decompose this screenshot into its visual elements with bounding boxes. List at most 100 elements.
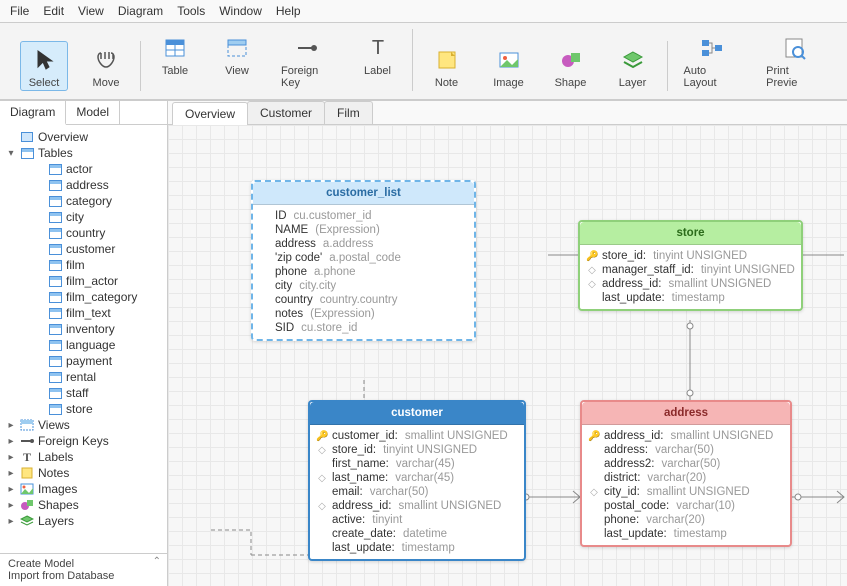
toolbar-label: Note <box>435 77 458 89</box>
entity-customer_list[interactable]: customer_listIDcu.customer_idNAME(Expres… <box>251 180 476 341</box>
tree-notes[interactable]: ▸ Notes <box>4 465 163 481</box>
toolbar-move-button[interactable]: Move <box>82 41 130 91</box>
image-icon <box>20 482 34 496</box>
tree-shapes[interactable]: ▸Shapes <box>4 497 163 513</box>
toolbar-layer-button[interactable]: Layer <box>609 41 657 91</box>
toolbar-label: Table <box>162 65 188 77</box>
tree-category[interactable]: category <box>4 193 163 209</box>
tree-images[interactable]: ▸Images <box>4 481 163 497</box>
menubar: File Edit View Diagram Tools Window Help <box>0 0 847 23</box>
table-icon <box>48 290 62 304</box>
overview-icon <box>20 130 34 144</box>
entity-row: citycity.city <box>259 279 468 293</box>
toolbar-fk-button[interactable]: Foreign Key <box>275 29 340 91</box>
entity-row: countrycountry.country <box>259 293 468 307</box>
toolbar-table-button[interactable]: Table <box>151 29 199 91</box>
toolbar-label: Foreign Key <box>281 65 334 89</box>
tree-tables[interactable]: ▾Tables <box>4 145 163 161</box>
menu-window[interactable]: Window <box>219 4 262 18</box>
label-icon: T <box>365 35 391 61</box>
tree-actor[interactable]: actor <box>4 161 163 177</box>
col-type: a.phone <box>314 266 356 278</box>
entity-store[interactable]: store🔑store_id:tinyint UNSIGNED◇manager_… <box>578 220 803 311</box>
toolbar-label-button[interactable]: TLabel <box>354 29 402 91</box>
dia-icon: ◇ <box>588 487 600 498</box>
toolbar-note-button[interactable]: Note <box>423 41 471 91</box>
col-name: last_update: <box>602 292 665 304</box>
menu-diagram[interactable]: Diagram <box>118 4 163 18</box>
toolbar-auto-button[interactable]: Auto Layout <box>678 29 747 91</box>
tree-foreign-keys[interactable]: ▸Foreign Keys <box>4 433 163 449</box>
col-type: varchar(10) <box>676 500 735 512</box>
tree-city[interactable]: city <box>4 209 163 225</box>
col-name: ID <box>275 210 287 222</box>
tree-label: Foreign Keys <box>38 434 109 448</box>
tree-staff[interactable]: staff <box>4 385 163 401</box>
toolbar-print-button[interactable]: Print Previe <box>760 29 827 91</box>
sidebar-tab-diagram[interactable]: Diagram <box>0 101 66 125</box>
table-icon <box>48 354 62 368</box>
entity-row: 🔑customer_id:smallint UNSIGNED <box>316 429 518 443</box>
tree-label: film <box>66 258 85 272</box>
twisty-icon: ▸ <box>6 452 16 463</box>
toolbar-label: Shape <box>555 77 587 89</box>
tree-country[interactable]: country <box>4 225 163 241</box>
tree-film_category[interactable]: film_category <box>4 289 163 305</box>
twisty-icon: ▸ <box>6 468 16 479</box>
col-type: tinyint UNSIGNED <box>653 250 747 262</box>
tree-label: country <box>66 226 105 240</box>
tree-rental[interactable]: rental <box>4 369 163 385</box>
image-icon <box>496 47 522 73</box>
tree-film_text[interactable]: film_text <box>4 305 163 321</box>
entity-address[interactable]: address🔑address_id:smallint UNSIGNEDaddr… <box>580 400 792 547</box>
tree-label: Layers <box>38 514 74 528</box>
toolbar-select-button[interactable]: Select <box>20 41 68 91</box>
canvas-tab-customer[interactable]: Customer <box>247 101 325 124</box>
menu-tools[interactable]: Tools <box>177 4 205 18</box>
col-name: store_id: <box>332 444 376 456</box>
canvas-tab-film[interactable]: Film <box>324 101 373 124</box>
tree-layers[interactable]: ▸Layers <box>4 513 163 529</box>
toolbar-image-button[interactable]: Image <box>485 41 533 91</box>
tree-overview[interactable]: Overview <box>4 129 163 145</box>
tree-inventory[interactable]: inventory <box>4 321 163 337</box>
tree-language[interactable]: language <box>4 337 163 353</box>
tree-customer[interactable]: customer <box>4 241 163 257</box>
toolbar-view-button[interactable]: View <box>213 29 261 91</box>
menu-edit[interactable]: Edit <box>43 4 64 18</box>
table-icon <box>48 402 62 416</box>
entity-customer[interactable]: customer🔑customer_id:smallint UNSIGNED◇s… <box>308 400 526 561</box>
tree-label: Notes <box>38 466 69 480</box>
col-type: tinyint UNSIGNED <box>701 264 795 276</box>
tree-views[interactable]: ▸Views <box>4 417 163 433</box>
tree-label: film_text <box>66 306 111 320</box>
create-model-link[interactable]: Create Model <box>8 558 159 570</box>
twisty-icon: ▸ <box>6 500 16 511</box>
entity-title: customer_list <box>253 182 474 205</box>
sidebar-tab-model[interactable]: Model <box>66 101 120 124</box>
tree-address[interactable]: address <box>4 177 163 193</box>
menu-view[interactable]: View <box>78 4 104 18</box>
import-db-link[interactable]: Import from Database <box>8 570 159 582</box>
tree-payment[interactable]: payment <box>4 353 163 369</box>
shape-icon <box>558 47 584 73</box>
col-name: last_name: <box>332 472 388 484</box>
toolbar-shape-button[interactable]: Shape <box>547 41 595 91</box>
chevron-up-icon[interactable]: ⌃ <box>153 556 161 567</box>
sidebar-tabs: DiagramModel <box>0 101 167 125</box>
tree-labels[interactable]: ▸TLabels <box>4 449 163 465</box>
entity-row: phonea.phone <box>259 265 468 279</box>
diagram-canvas[interactable]: customer_listIDcu.customer_idNAME(Expres… <box>168 125 847 586</box>
col-type: varchar(45) <box>395 472 454 484</box>
col-name: customer_id: <box>332 430 398 442</box>
tree-film[interactable]: film <box>4 257 163 273</box>
tree-label: Images <box>38 482 77 496</box>
canvas-tab-overview[interactable]: Overview <box>172 102 248 125</box>
entity-row: active:tinyint <box>316 513 518 527</box>
select-icon <box>31 47 57 73</box>
table-icon <box>48 242 62 256</box>
menu-file[interactable]: File <box>10 4 29 18</box>
tree-film_actor[interactable]: film_actor <box>4 273 163 289</box>
tree-store[interactable]: store <box>4 401 163 417</box>
menu-help[interactable]: Help <box>276 4 301 18</box>
